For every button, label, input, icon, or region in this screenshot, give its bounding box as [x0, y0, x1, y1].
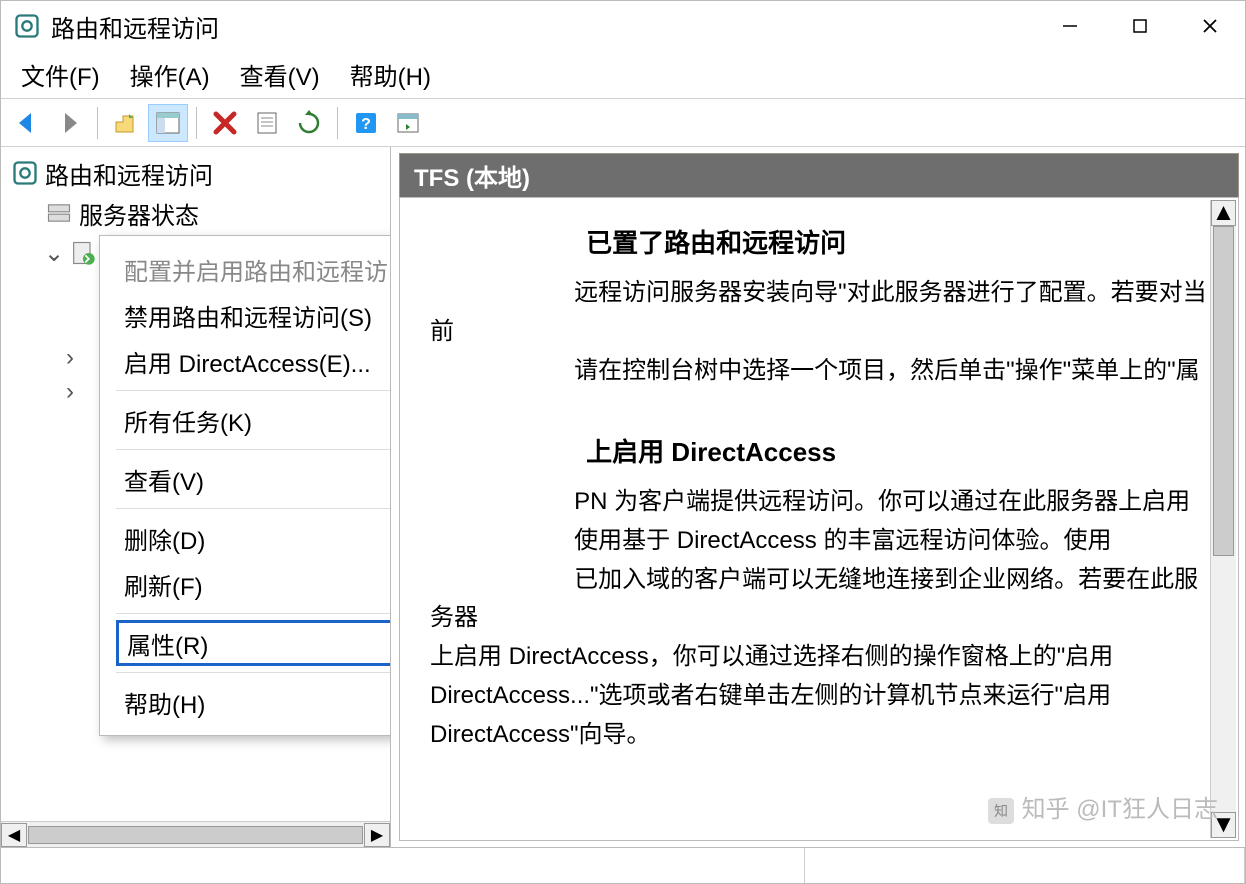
- cm-delete[interactable]: 删除(D): [100, 515, 390, 561]
- content-body: XXXXXXXXX已置了路由和远程访问 XXXXXXXXX远程访问服务器安装向导…: [399, 197, 1239, 841]
- content-header-title: TFS (本地): [414, 158, 530, 193]
- toolbar-separator: [196, 107, 197, 139]
- cm-configure-label: 配置并启用路由和远程访问(C): [124, 252, 390, 287]
- status-cell: [805, 848, 1245, 883]
- show-hide-tree-button[interactable]: [148, 104, 188, 142]
- cm-separator: [116, 508, 390, 509]
- tree-hscrollbar[interactable]: ◀ ▶: [1, 821, 390, 847]
- cm-help[interactable]: 帮助(H): [100, 679, 390, 725]
- content-para2: XXXXXXXXXPN 为客户端提供远程访问。你可以通过在此服务器上启用 XXX…: [430, 483, 1208, 755]
- app-icon: [13, 12, 41, 40]
- app-window: 路由和远程访问 文件(F) 操作(A) 查看(V) 帮助(H) ?: [0, 0, 1246, 884]
- watermark-text: 知乎 @IT狂人日志: [1022, 791, 1218, 830]
- cm-help-label: 帮助(H): [124, 685, 205, 720]
- tree-server-status[interactable]: 服务器状态: [1, 193, 390, 233]
- cm-view-label: 查看(V): [124, 462, 204, 497]
- content-header: TFS (本地): [399, 153, 1239, 197]
- cm-separator: [116, 672, 390, 673]
- cm-configure: 配置并启用路由和远程访问(C): [100, 246, 390, 292]
- toolbar: ?: [1, 99, 1245, 147]
- menu-action[interactable]: 操作(A): [130, 57, 210, 92]
- cm-properties[interactable]: 属性(R): [116, 620, 390, 666]
- cm-all-tasks-label: 所有任务(K): [124, 403, 252, 438]
- cm-separator: [116, 613, 390, 614]
- scroll-right-icon[interactable]: ▶: [364, 823, 390, 847]
- server-icon: [69, 239, 97, 267]
- cm-enable-da-label: 启用 DirectAccess(E)...: [124, 344, 371, 379]
- console-button[interactable]: [388, 104, 428, 142]
- watermark: 知 知乎 @IT狂人日志: [988, 791, 1218, 830]
- scroll-up-icon[interactable]: ▲: [1211, 200, 1236, 226]
- status-cell: [1, 848, 805, 883]
- content-vscrollbar[interactable]: ▲ ▼: [1210, 200, 1236, 838]
- up-button[interactable]: [106, 104, 146, 142]
- scroll-left-icon[interactable]: ◀: [1, 823, 27, 847]
- toolbar-separator: [337, 107, 338, 139]
- close-button[interactable]: [1175, 1, 1245, 51]
- titlebar: 路由和远程访问: [1, 1, 1245, 51]
- cm-enable-directaccess[interactable]: 启用 DirectAccess(E)...: [100, 338, 390, 384]
- cm-delete-label: 删除(D): [124, 521, 205, 556]
- tree-server-status-label: 服务器状态: [79, 196, 199, 231]
- cm-disable-label: 禁用路由和远程访问(S): [124, 298, 372, 333]
- content-heading1: XXXXXXXXX已置了路由和远程访问: [430, 222, 1208, 264]
- main-area: 路由和远程访问 服务器状态 ⌄ › ›: [1, 147, 1245, 847]
- refresh-button[interactable]: [289, 104, 329, 142]
- help-button[interactable]: ?: [346, 104, 386, 142]
- menu-view[interactable]: 查看(V): [240, 57, 320, 92]
- tree-pane: 路由和远程访问 服务器状态 ⌄ › ›: [1, 147, 391, 847]
- zhihu-icon: 知: [988, 798, 1014, 824]
- scroll-track[interactable]: [1211, 226, 1236, 812]
- svg-text:?: ?: [361, 116, 371, 133]
- menubar: 文件(F) 操作(A) 查看(V) 帮助(H): [1, 51, 1245, 99]
- scroll-thumb[interactable]: [1213, 226, 1234, 556]
- cm-refresh[interactable]: 刷新(F): [100, 561, 390, 607]
- tree-root-label: 路由和远程访问: [45, 156, 213, 191]
- chevron-right-icon[interactable]: ›: [61, 378, 79, 406]
- context-menu: 配置并启用路由和远程访问(C) 禁用路由和远程访问(S) 启用 DirectAc…: [99, 235, 390, 736]
- content-para1: XXXXXXXXX远程访问服务器安装向导"对此服务器进行了配置。若要对当前 XX…: [430, 274, 1208, 391]
- cm-view[interactable]: 查看(V)▶: [100, 456, 390, 502]
- properties-button[interactable]: [247, 104, 287, 142]
- maximize-button[interactable]: [1105, 1, 1175, 51]
- scroll-down-icon[interactable]: ▼: [1211, 812, 1236, 838]
- chevron-down-icon[interactable]: ⌄: [45, 239, 63, 268]
- server-status-icon: [45, 199, 73, 227]
- cm-refresh-label: 刷新(F): [124, 567, 203, 602]
- chevron-right-icon[interactable]: ›: [61, 344, 79, 372]
- content-heading2: XXXXXXXXX上启用 DirectAccess: [430, 431, 1208, 473]
- statusbar: [1, 847, 1245, 883]
- back-button[interactable]: [7, 104, 47, 142]
- tree-content: 路由和远程访问 服务器状态 ⌄ › ›: [1, 147, 390, 821]
- forward-button[interactable]: [49, 104, 89, 142]
- content-pane: TFS (本地) XXXXXXXXX已置了路由和远程访问 XXXXXXXXX远程…: [391, 147, 1245, 847]
- delete-button[interactable]: [205, 104, 245, 142]
- toolbar-separator: [97, 107, 98, 139]
- minimize-button[interactable]: [1035, 1, 1105, 51]
- tree-root[interactable]: 路由和远程访问: [1, 153, 390, 193]
- cm-properties-label: 属性(R): [127, 626, 208, 661]
- cm-separator: [116, 390, 390, 391]
- svg-text:知: 知: [994, 803, 1008, 819]
- window-title: 路由和远程访问: [51, 9, 219, 44]
- routing-icon: [11, 159, 39, 187]
- scroll-thumb[interactable]: [28, 826, 363, 844]
- menu-file[interactable]: 文件(F): [21, 57, 100, 92]
- cm-all-tasks[interactable]: 所有任务(K)▶: [100, 397, 390, 443]
- cm-disable[interactable]: 禁用路由和远程访问(S): [100, 292, 390, 338]
- cm-separator: [116, 449, 390, 450]
- menu-help[interactable]: 帮助(H): [350, 57, 431, 92]
